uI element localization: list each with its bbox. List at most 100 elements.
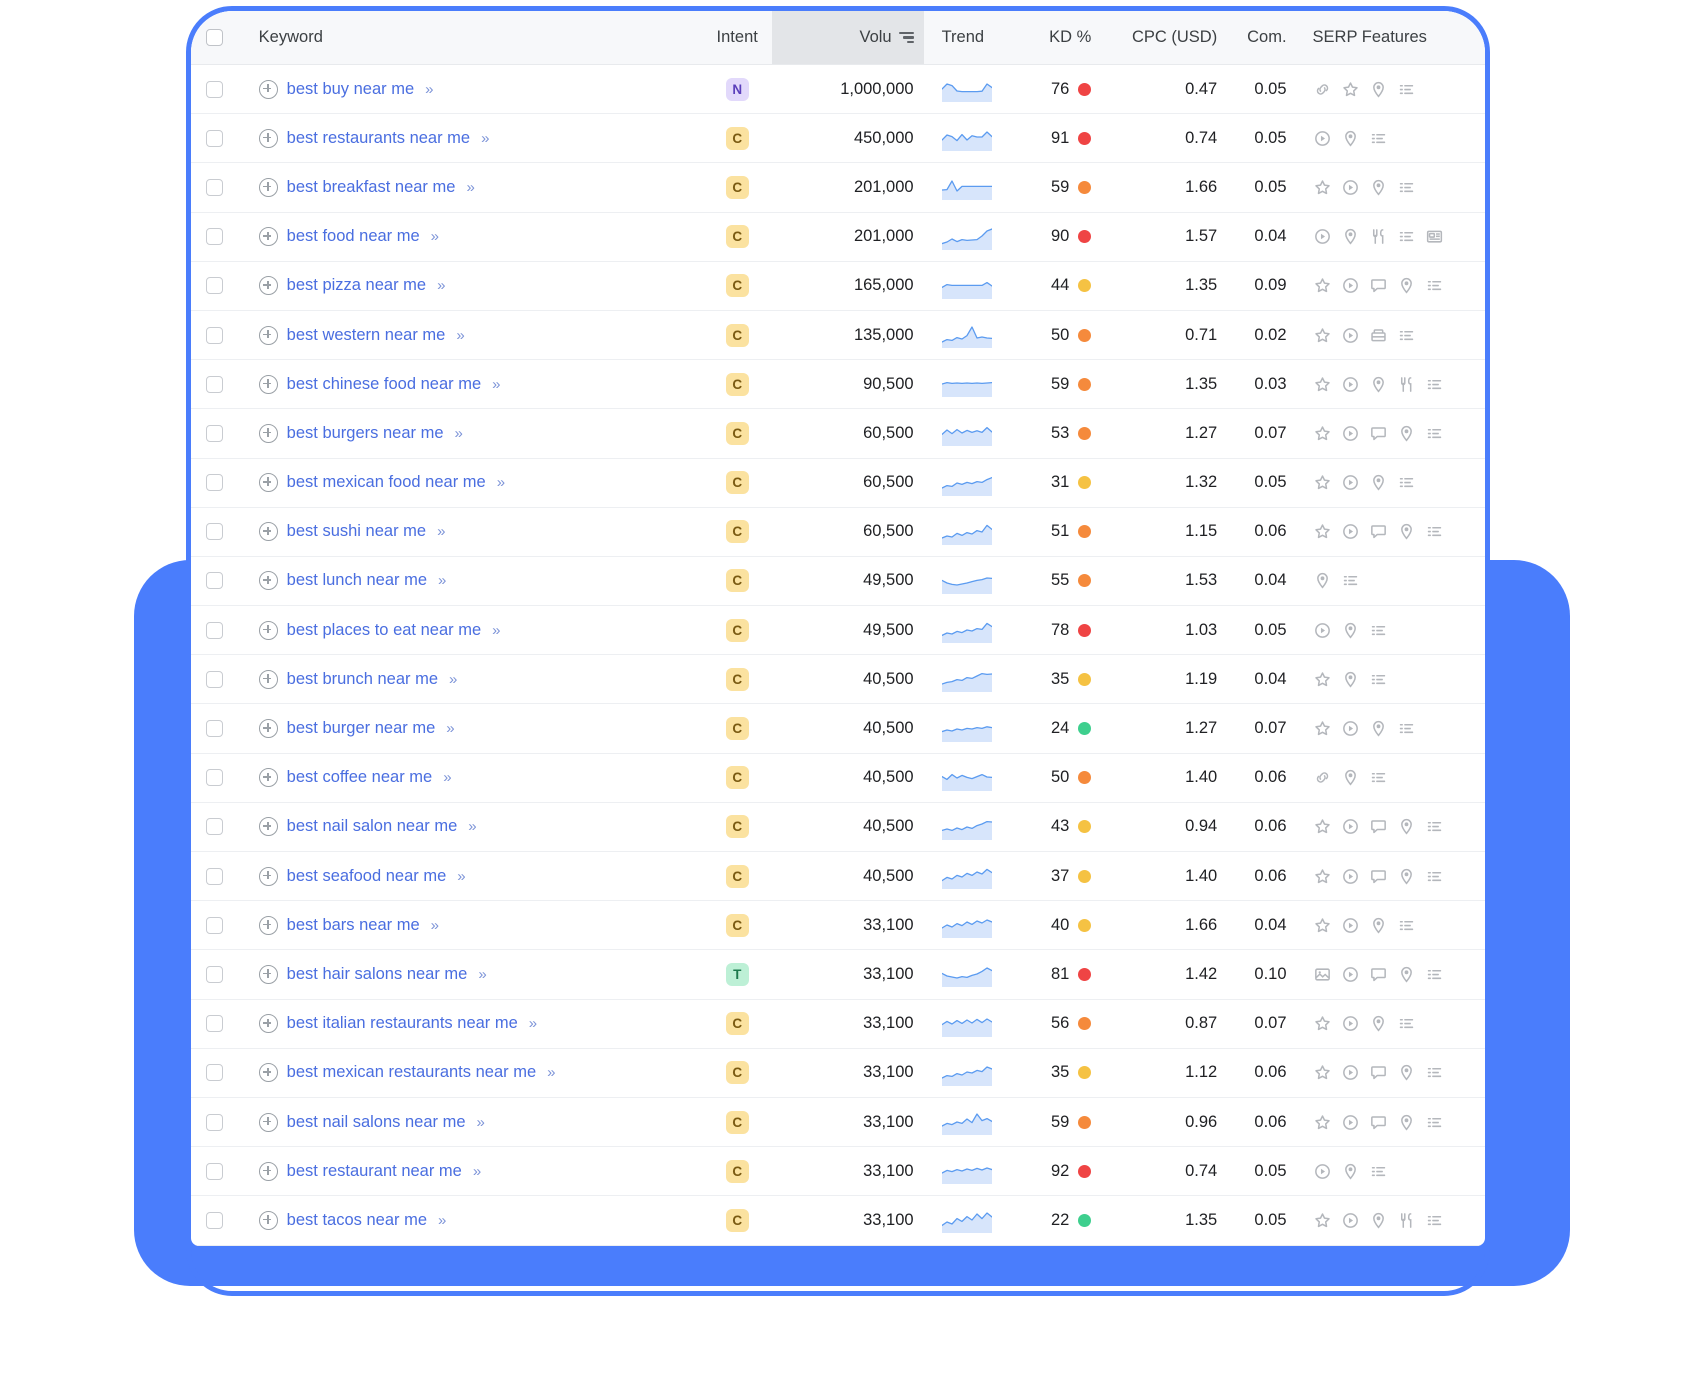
- list-icon[interactable]: [1369, 670, 1388, 689]
- column-header-cpc[interactable]: CPC (USD): [1101, 11, 1230, 65]
- row-checkbox[interactable]: [206, 326, 224, 344]
- play-circle-icon[interactable]: [1313, 621, 1332, 640]
- row-checkbox[interactable]: [206, 916, 224, 934]
- row-select-cell[interactable]: [191, 114, 239, 163]
- keyword-link[interactable]: best nail salons near me: [287, 1113, 466, 1132]
- map-pin-icon[interactable]: [1341, 621, 1360, 640]
- play-circle-icon[interactable]: [1341, 375, 1360, 394]
- intent-badge[interactable]: C: [725, 175, 749, 199]
- row-select-cell[interactable]: [191, 753, 239, 802]
- list-icon[interactable]: [1397, 1014, 1416, 1033]
- row-select-cell[interactable]: [191, 1147, 239, 1196]
- star-icon[interactable]: [1313, 473, 1332, 492]
- star-icon[interactable]: [1313, 867, 1332, 886]
- intent-badge[interactable]: C: [725, 1159, 749, 1183]
- star-icon[interactable]: [1313, 719, 1332, 738]
- table-row[interactable]: best burger near me » C 40,500 24 1.27 0.07: [191, 704, 1485, 754]
- row-select-cell[interactable]: [191, 261, 239, 310]
- star-icon[interactable]: [1313, 326, 1332, 345]
- plus-circle-icon[interactable]: [258, 768, 278, 788]
- intent-badge[interactable]: C: [725, 1208, 749, 1232]
- intent-badge[interactable]: C: [725, 1110, 749, 1134]
- keyword-link[interactable]: best mexican food near me: [287, 473, 486, 492]
- row-select-cell[interactable]: [191, 409, 239, 458]
- double-chevron-right-icon[interactable]: »: [431, 228, 439, 245]
- play-circle-icon[interactable]: [1341, 965, 1360, 984]
- map-pin-icon[interactable]: [1369, 178, 1388, 197]
- row-checkbox[interactable]: [206, 720, 224, 738]
- row-select-cell[interactable]: [191, 802, 239, 851]
- map-pin-icon[interactable]: [1397, 424, 1416, 443]
- keyword-link[interactable]: best chinese food near me: [287, 375, 481, 394]
- plus-circle-icon[interactable]: [258, 128, 278, 148]
- double-chevron-right-icon[interactable]: »: [425, 81, 433, 98]
- list-icon[interactable]: [1397, 916, 1416, 935]
- map-pin-icon[interactable]: [1369, 473, 1388, 492]
- keyword-link[interactable]: best breakfast near me: [287, 178, 456, 197]
- double-chevron-right-icon[interactable]: »: [456, 327, 464, 344]
- plus-circle-icon[interactable]: [258, 227, 278, 247]
- keyword-link[interactable]: best tacos near me: [287, 1211, 427, 1230]
- map-pin-icon[interactable]: [1397, 817, 1416, 836]
- row-select-cell[interactable]: [191, 950, 239, 999]
- star-icon[interactable]: [1313, 817, 1332, 836]
- double-chevron-right-icon[interactable]: »: [455, 425, 463, 442]
- row-checkbox[interactable]: [206, 1211, 224, 1229]
- table-row[interactable]: best restaurants near me » C 450,000 91 0.74 0…: [191, 114, 1485, 163]
- double-chevron-right-icon[interactable]: »: [468, 818, 476, 835]
- list-icon[interactable]: [1425, 375, 1444, 394]
- row-checkbox[interactable]: [206, 818, 224, 836]
- list-icon[interactable]: [1425, 1063, 1444, 1082]
- row-checkbox[interactable]: [206, 228, 224, 246]
- double-chevron-right-icon[interactable]: »: [477, 1114, 485, 1131]
- row-checkbox[interactable]: [206, 474, 224, 492]
- list-icon[interactable]: [1369, 1162, 1388, 1181]
- play-circle-icon[interactable]: [1313, 1162, 1332, 1181]
- plus-circle-icon[interactable]: [258, 177, 278, 197]
- row-checkbox[interactable]: [206, 277, 224, 295]
- image-icon[interactable]: [1313, 965, 1332, 984]
- list-icon[interactable]: [1425, 965, 1444, 984]
- table-row[interactable]: best mexican restaurants near me » C 33,100…: [191, 1048, 1485, 1098]
- link-icon[interactable]: [1313, 80, 1332, 99]
- intent-badge[interactable]: C: [725, 717, 749, 741]
- play-circle-icon[interactable]: [1313, 129, 1332, 148]
- double-chevron-right-icon[interactable]: »: [446, 720, 454, 737]
- play-circle-icon[interactable]: [1341, 719, 1360, 738]
- keyword-link[interactable]: best coffee near me: [287, 768, 433, 787]
- map-pin-icon[interactable]: [1397, 276, 1416, 295]
- keyword-link[interactable]: best places to eat near me: [287, 621, 481, 640]
- row-select-cell[interactable]: [191, 1196, 239, 1245]
- double-chevron-right-icon[interactable]: »: [481, 130, 489, 147]
- map-pin-icon[interactable]: [1341, 129, 1360, 148]
- table-row[interactable]: best italian restaurants near me » C 33,100…: [191, 999, 1485, 1049]
- play-circle-icon[interactable]: [1341, 916, 1360, 935]
- restaurant-icon[interactable]: [1397, 375, 1416, 394]
- column-header-keyword[interactable]: Keyword: [238, 11, 703, 65]
- column-header-trend[interactable]: Trend: [923, 11, 1009, 65]
- plus-circle-icon[interactable]: [258, 423, 278, 443]
- map-pin-icon[interactable]: [1369, 719, 1388, 738]
- table-row[interactable]: best sushi near me » C 60,500 51 1.15 0.06: [191, 507, 1485, 557]
- plus-circle-icon[interactable]: [258, 374, 278, 394]
- intent-badge[interactable]: C: [725, 126, 749, 150]
- list-icon[interactable]: [1397, 326, 1416, 345]
- table-row[interactable]: best hair salons near me » T 33,100 81 1.42 0.…: [191, 950, 1485, 1000]
- keyword-link[interactable]: best mexican restaurants near me: [287, 1063, 536, 1082]
- plus-circle-icon[interactable]: [258, 1161, 278, 1181]
- map-pin-icon[interactable]: [1397, 522, 1416, 541]
- plus-circle-icon[interactable]: [258, 669, 278, 689]
- list-icon[interactable]: [1397, 473, 1416, 492]
- plus-circle-icon[interactable]: [258, 325, 278, 345]
- list-icon[interactable]: [1425, 817, 1444, 836]
- intent-badge[interactable]: C: [725, 815, 749, 839]
- table-row[interactable]: best restaurant near me » C 33,100 92 0.74 0.0…: [191, 1147, 1485, 1196]
- play-circle-icon[interactable]: [1341, 817, 1360, 836]
- double-chevron-right-icon[interactable]: »: [497, 474, 505, 491]
- restaurant-icon[interactable]: [1369, 227, 1388, 246]
- row-select-cell[interactable]: [191, 556, 239, 605]
- table-row[interactable]: best nail salons near me » C 33,100 59 0.96 0.…: [191, 1097, 1485, 1147]
- star-icon[interactable]: [1313, 1113, 1332, 1132]
- double-chevron-right-icon[interactable]: »: [438, 572, 446, 589]
- list-icon[interactable]: [1369, 129, 1388, 148]
